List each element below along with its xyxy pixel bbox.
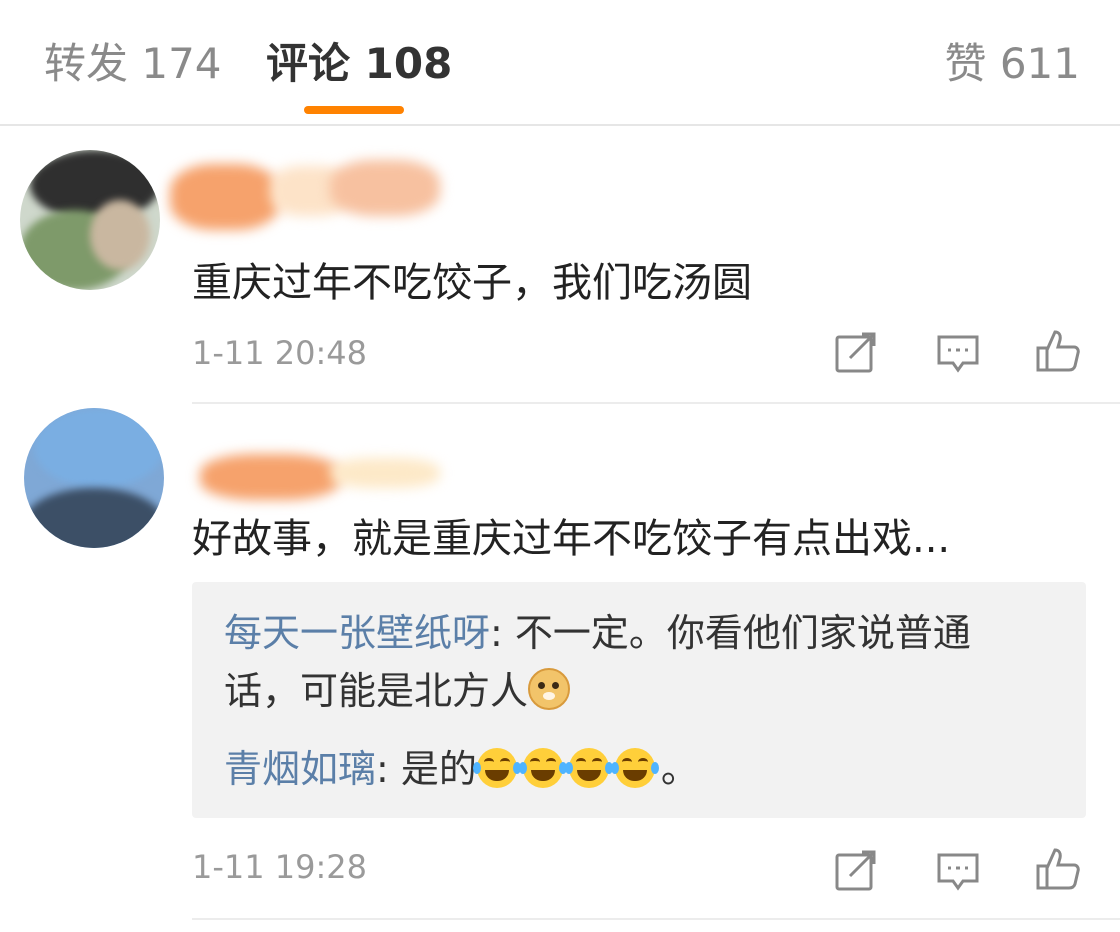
- comment-item: 好故事，就是重庆过年不吃饺子有点出戏... 每天一张壁纸呀: 不一定。你看他们家…: [0, 404, 1120, 932]
- laugh-cry-emoji-icon: [610, 748, 659, 788]
- comment-bubble-icon[interactable]: [936, 332, 980, 376]
- comment-bubble-icon[interactable]: [936, 850, 980, 894]
- tab-comment[interactable]: 评论 108: [266, 30, 452, 91]
- comment-text: 重庆过年不吃饺子，我们吃汤圆: [192, 260, 752, 306]
- comment-time: 1-11 19:28: [192, 848, 368, 886]
- comment-tabs: 转发 174 评论 108 赞 611: [0, 0, 1120, 124]
- share-edit-icon[interactable]: [834, 330, 878, 374]
- reply-text: : 是的: [376, 747, 477, 791]
- laugh-cry-emoji-icon: [518, 748, 567, 788]
- active-tab-indicator: [304, 106, 404, 114]
- comment-text: 好故事，就是重庆过年不吃饺子有点出戏...: [192, 516, 951, 562]
- reply-item: 每天一张壁纸呀: 不一定。你看他们家说普通 话，可能是北方人: [224, 604, 1064, 720]
- reply-username[interactable]: 青烟如璃: [224, 747, 376, 791]
- share-edit-icon[interactable]: [834, 848, 878, 892]
- tab-like[interactable]: 赞 611: [944, 30, 1080, 91]
- thumbs-up-icon[interactable]: [1036, 846, 1080, 890]
- comment-time: 1-11 20:48: [192, 334, 368, 372]
- reply-username[interactable]: 每天一张壁纸呀: [224, 611, 490, 655]
- reply-text-cont: 话，可能是北方人: [224, 669, 529, 713]
- laugh-cry-emoji-icon: [472, 748, 521, 788]
- reply-text: : 不一定。你看他们家说普通: [490, 611, 971, 655]
- reply-item: 青烟如璃: 是的 。: [224, 740, 1064, 798]
- reply-box[interactable]: 每天一张壁纸呀: 不一定。你看他们家说普通 话，可能是北方人 青烟如璃: 是的 。: [192, 582, 1086, 818]
- row-divider: [192, 918, 1120, 920]
- username-redacted: [160, 424, 460, 504]
- username-redacted: [160, 156, 460, 236]
- avatar[interactable]: [24, 408, 164, 548]
- comment-item: 重庆过年不吃饺子，我们吃汤圆 1-11 20:48: [0, 126, 1120, 404]
- thumbs-up-icon[interactable]: [1036, 328, 1080, 372]
- reply-suffix: 。: [660, 747, 699, 791]
- avatar[interactable]: [20, 150, 160, 290]
- laugh-cry-emoji-icon: [564, 748, 613, 788]
- doge-emoji-icon: [528, 668, 571, 710]
- tab-repost[interactable]: 转发 174: [44, 30, 222, 91]
